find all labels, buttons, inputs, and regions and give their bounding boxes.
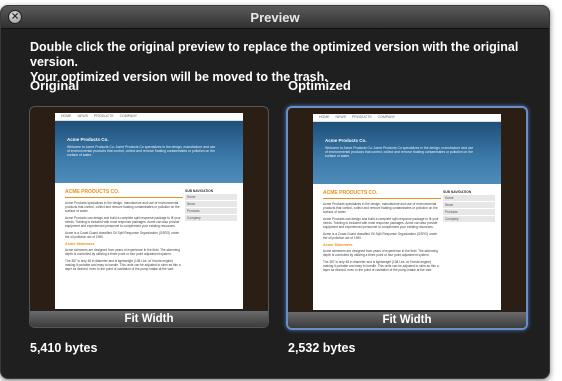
site-paragraph: Acme skimmers are designed from years of… [323, 249, 438, 257]
site-subheading: Acme Skimmers [65, 242, 95, 246]
site-subheading: Acme Skimmers [323, 243, 353, 247]
nav-item: PRODUCTS [94, 114, 114, 118]
nav-item: NEWS [77, 114, 89, 118]
optimized-size: 2,532 bytes [288, 341, 356, 355]
site-paragraph: The 387 is only 48 in diameter and is li… [323, 260, 439, 272]
nav-item: COMPANY [377, 115, 396, 119]
site-paragraph: Acme Products specializes in the design,… [65, 201, 180, 213]
sidebar-item: Home [443, 195, 495, 202]
nav-item: HOME [319, 115, 330, 119]
original-label: Original [30, 78, 80, 93]
site-sidebar: SUB NAVIGATION Home News Products Compan… [443, 190, 495, 223]
heading-rule [323, 198, 441, 199]
nav-item: HOME [61, 114, 72, 118]
nav-item: NEWS [335, 115, 347, 119]
site-paragraph: The 387 is only 48 in diameter and is li… [65, 259, 181, 271]
nav-item: PRODUCTS [352, 115, 372, 119]
site-heading: ACME PRODUCTS CO. [323, 190, 378, 196]
hero-text: Welcome to Acme Products Co. Acme Produc… [67, 145, 216, 158]
optimized-preview[interactable]: HOME NEWS PRODUCTS COMPANY Acme Products Co… [286, 106, 528, 330]
sidebar-item: Company [185, 215, 237, 222]
sidebar-heading: SUB NAVIGATION [185, 189, 214, 193]
message-line-2: Your optimized version will be moved to … [30, 70, 328, 84]
site-paragraph: Acme Products can design and build a com… [323, 217, 439, 229]
site-nav: HOME NEWS PRODUCTS COMPANY [313, 114, 501, 122]
site-paragraph: Acme Products specializes in the design,… [323, 202, 438, 214]
original-size: 5,410 bytes [30, 341, 98, 355]
heading-rule [65, 197, 183, 198]
preview-window: × Preview Double click the original prev… [0, 5, 550, 379]
hero-text: Welcome to Acme Products Co. Acme Produc… [325, 146, 474, 159]
hero-title: Acme Products Co. [67, 137, 109, 142]
site-main: ACME PRODUCTS CO. Acme Products speciali… [65, 189, 183, 274]
site-sidebar: SUB NAVIGATION Home News Products Compan… [185, 189, 237, 222]
optimized-label: Optimized [288, 78, 351, 93]
sidebar-item: Home [185, 194, 237, 201]
site-hero: Acme Products Co. Welcome to Acme Produc… [55, 121, 243, 183]
site-paragraph: Acme is a Coast Guard classified Oil Spi… [65, 231, 180, 239]
nav-item: COMPANY [119, 114, 138, 118]
website-preview: HOME NEWS PRODUCTS COMPANY Acme Products Co… [55, 113, 243, 309]
sidebar-item: News [443, 202, 495, 209]
site-heading: ACME PRODUCTS CO. [65, 189, 120, 195]
instruction-message: Double click the original preview to rep… [30, 40, 530, 85]
site-paragraph: Acme Products can design and build a com… [65, 216, 181, 228]
site-main: ACME PRODUCTS CO. Acme Products speciali… [323, 190, 441, 275]
sidebar-item: Products [443, 209, 495, 216]
site-paragraph: Acme skimmers are designed from years of… [65, 248, 180, 256]
site-nav: HOME NEWS PRODUCTS COMPANY [55, 113, 243, 121]
sidebar-item: News [185, 201, 237, 208]
sidebar-item: Products [185, 208, 237, 215]
hero-title: Acme Products Co. [325, 138, 367, 143]
sidebar-item: Company [443, 216, 495, 223]
optimized-fit-width-button[interactable]: Fit Width [288, 311, 526, 328]
site-hero: Acme Products Co. Welcome to Acme Produc… [313, 122, 501, 184]
original-fit-width-button[interactable]: Fit Width [30, 310, 268, 327]
message-line-1: Double click the original preview to rep… [30, 40, 519, 69]
site-paragraph: Acme is a Coast Guard classified Oil Spi… [323, 232, 438, 240]
title-bar: × Preview [1, 6, 549, 29]
website-preview: HOME NEWS PRODUCTS COMPANY Acme Products Co… [313, 114, 501, 310]
sidebar-heading: SUB NAVIGATION [443, 190, 472, 194]
original-preview[interactable]: HOME NEWS PRODUCTS COMPANY Acme Products Co… [29, 106, 269, 328]
window-title: Preview [250, 10, 300, 25]
